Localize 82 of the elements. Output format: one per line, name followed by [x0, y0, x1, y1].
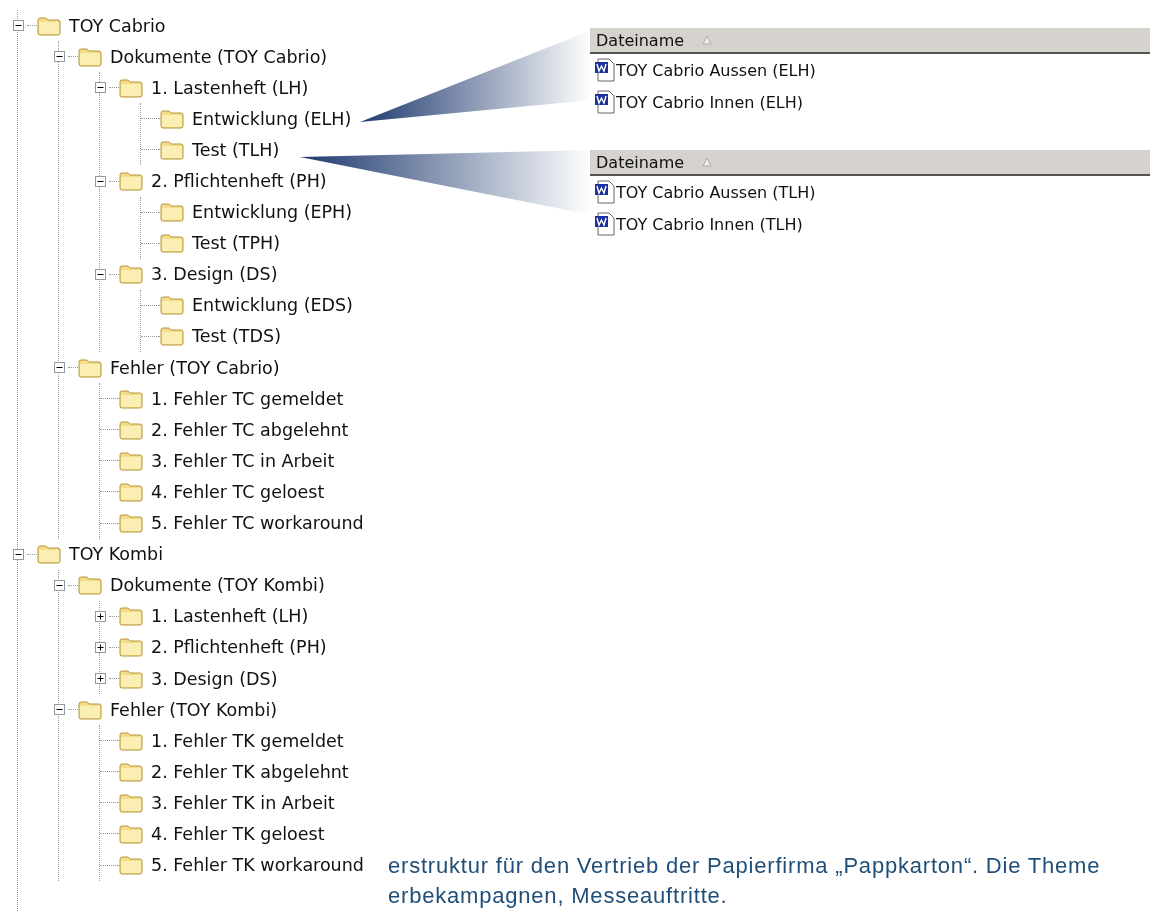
- folder-icon: [119, 388, 143, 409]
- folder-label[interactable]: 3. Design (DS): [151, 264, 278, 285]
- folder-icon: [119, 419, 143, 440]
- folder-icon: [119, 481, 143, 502]
- folder-label[interactable]: TOY Kombi: [69, 544, 164, 565]
- caption-text: erstruktur für den Vertrieb der Papierfirma „Pappkarton“. Die Theme: [388, 853, 1102, 879]
- expand-toggle[interactable]: [94, 610, 106, 622]
- folder-icon: [37, 544, 61, 565]
- folder-icon: [119, 637, 143, 658]
- folder-icon: [160, 108, 184, 129]
- folder-icon: [119, 668, 143, 689]
- folder-label[interactable]: Entwicklung (EDS): [192, 295, 353, 316]
- sort-arrow-icon: [702, 157, 713, 167]
- folder-label[interactable]: 4. Fehler TC geloest: [151, 481, 325, 502]
- folder-label[interactable]: Entwicklung (ELH): [192, 108, 352, 129]
- folder-icon: [78, 357, 102, 378]
- file-name[interactable]: TOY Cabrio Innen (ELH): [616, 92, 803, 112]
- folder-icon: [78, 46, 102, 67]
- folder-icon: [37, 15, 61, 36]
- folder-icon: [160, 233, 184, 254]
- folder-icon: [119, 606, 143, 627]
- collapse-toggle[interactable]: [94, 268, 106, 280]
- folder-icon: [119, 77, 143, 98]
- folder-icon: [160, 202, 184, 223]
- folder-label[interactable]: 2. Pflichtenheft (PH): [151, 171, 327, 191]
- folder-icon: [119, 855, 143, 876]
- folder-icon: [119, 171, 143, 191]
- collapse-toggle[interactable]: [12, 20, 24, 32]
- folder-label[interactable]: Dokumente (TOY Cabrio): [110, 46, 328, 67]
- word-document-icon: [594, 212, 616, 236]
- folder-label[interactable]: 1. Fehler TK gemeldet: [151, 730, 344, 751]
- folder-label[interactable]: 3. Fehler TC in Arbeit: [151, 450, 335, 471]
- word-document-icon: [594, 180, 616, 204]
- folder-icon: [119, 824, 143, 844]
- file-name[interactable]: TOY Cabrio Innen (TLH): [616, 214, 803, 234]
- collapse-toggle[interactable]: [53, 704, 65, 716]
- folder-label[interactable]: 5. Fehler TK workaround: [151, 855, 364, 876]
- folder-label[interactable]: Entwicklung (EPH): [192, 202, 353, 223]
- folder-icon: [119, 792, 143, 813]
- column-header[interactable]: Dateiname: [590, 28, 1150, 54]
- caption-text: erbekampagnen, Messeauftritte.: [388, 883, 729, 909]
- word-document-icon: [594, 58, 616, 82]
- folder-label[interactable]: Dokumente (TOY Kombi): [110, 575, 325, 596]
- folder-label[interactable]: 2. Pflichtenheft (PH): [151, 637, 327, 658]
- word-document-icon: [594, 90, 616, 114]
- folder-icon: [119, 264, 143, 285]
- folder-label[interactable]: 3. Fehler TK in Arbeit: [151, 792, 335, 813]
- folder-label[interactable]: Test (TLH): [192, 139, 280, 160]
- folder-label[interactable]: 5. Fehler TC workaround: [151, 513, 364, 534]
- folder-icon: [119, 730, 143, 751]
- folder-icon: [160, 326, 184, 347]
- folder-icon: [119, 513, 143, 534]
- folder-icon: [78, 699, 102, 720]
- folder-icon: [78, 575, 102, 596]
- folder-label[interactable]: 4. Fehler TK geloest: [151, 824, 325, 844]
- collapse-toggle[interactable]: [53, 579, 65, 591]
- folder-icon: [119, 450, 143, 471]
- folder-label[interactable]: 3. Design (DS): [151, 668, 278, 689]
- folder-label[interactable]: 2. Fehler TK abgelehnt: [151, 761, 349, 782]
- folder-icon: [160, 295, 184, 316]
- folder-icon: [160, 139, 184, 160]
- folder-label[interactable]: 1. Lastenheft (LH): [151, 606, 309, 627]
- folder-label[interactable]: 2. Fehler TC abgelehnt: [151, 419, 349, 440]
- file-name[interactable]: TOY Cabrio Aussen (TLH): [616, 182, 816, 202]
- collapse-toggle[interactable]: [94, 175, 106, 187]
- collapse-toggle[interactable]: [94, 82, 106, 94]
- expand-toggle[interactable]: [94, 673, 106, 684]
- folder-label[interactable]: 1. Lastenheft (LH): [151, 77, 309, 98]
- column-header[interactable]: Dateiname: [590, 150, 1150, 176]
- file-name[interactable]: TOY Cabrio Aussen (ELH): [616, 60, 816, 80]
- folder-label[interactable]: Fehler (TOY Kombi): [110, 699, 278, 720]
- folder-label[interactable]: Fehler (TOY Cabrio): [110, 357, 280, 378]
- collapse-toggle[interactable]: [53, 51, 65, 63]
- folder-icon: [119, 761, 143, 782]
- collapse-toggle[interactable]: [53, 362, 65, 374]
- folder-label[interactable]: Test (TPH): [192, 233, 281, 254]
- expand-toggle[interactable]: [94, 641, 106, 653]
- folder-label[interactable]: Test (TDS): [192, 326, 281, 347]
- folder-label[interactable]: 1. Fehler TC gemeldet: [151, 388, 344, 409]
- folder-label[interactable]: TOY Cabrio: [69, 15, 166, 36]
- collapse-toggle[interactable]: [12, 548, 24, 560]
- sort-arrow-icon: [702, 35, 713, 45]
